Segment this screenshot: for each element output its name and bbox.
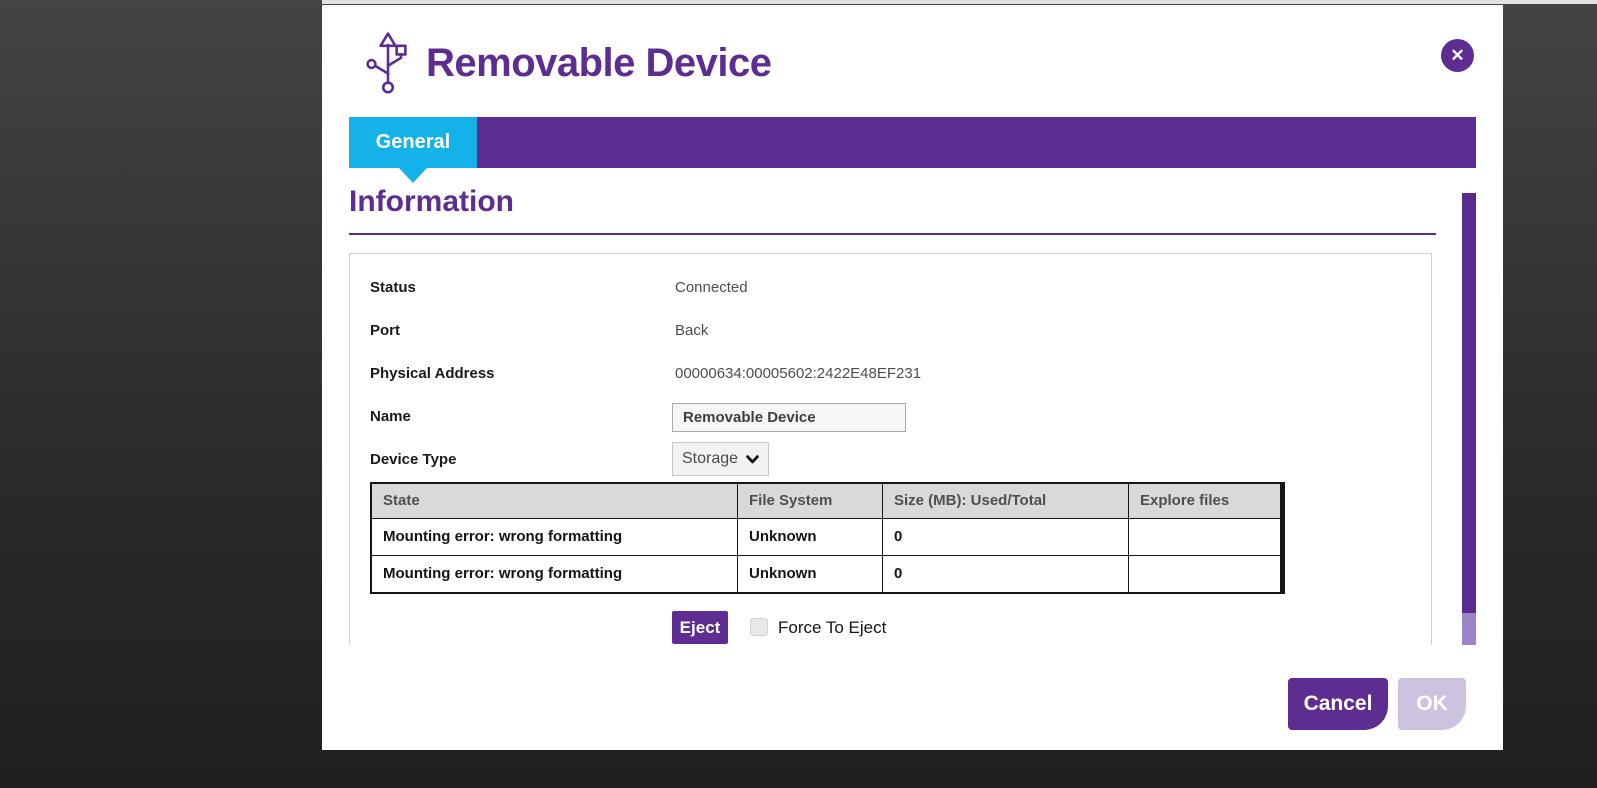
active-tab-pointer (399, 168, 427, 183)
status-label: Status (370, 279, 416, 296)
table-row-1-explore-files (1129, 519, 1280, 555)
force-to-eject-checkbox[interactable] (750, 618, 768, 636)
chevron-down-icon (746, 454, 759, 463)
device-type-label: Device Type (370, 451, 457, 468)
table-row-1-size: 0 (883, 519, 1128, 555)
port-value: Back (675, 322, 709, 339)
table-row-2-state: Mounting error: wrong formatting (372, 556, 737, 592)
column-header-state: State (372, 484, 737, 518)
device-type-value: Storage (682, 450, 739, 467)
table-row-2-explore-files (1129, 556, 1280, 592)
table-row-2-file-system: Unknown (738, 556, 882, 592)
close-icon[interactable]: ✕ (1441, 39, 1474, 72)
scrollbar-thumb[interactable] (1462, 193, 1476, 613)
eject-row: Eject Force To Eject (350, 611, 1431, 645)
name-input[interactable] (672, 403, 906, 432)
removable-device-dialog: Removable Device ✕ General Information S… (322, 5, 1503, 750)
section-heading: Information (349, 185, 514, 218)
table-row-1-state: Mounting error: wrong formatting (372, 519, 737, 555)
status-value: Connected (675, 279, 748, 296)
physical-address-row: Physical Address 00000634:00005602:2422E… (350, 362, 1431, 386)
scrollbar-track[interactable] (1462, 613, 1476, 645)
port-row: Port Back (350, 319, 1431, 343)
cancel-button[interactable]: Cancel (1288, 678, 1388, 730)
device-type-row: Device Type (350, 448, 1431, 472)
ok-button[interactable]: OK (1398, 678, 1466, 730)
section-underline (349, 233, 1436, 235)
column-header-size: Size (MB): Used/Total (883, 484, 1128, 518)
tab-general[interactable]: General (349, 117, 477, 168)
partitions-table: State File System Size (MB): Used/Total … (370, 482, 1285, 594)
status-row: Status Connected (350, 276, 1431, 300)
table-row-2-size: 0 (883, 556, 1128, 592)
table-row-1-file-system: Unknown (738, 519, 882, 555)
name-label: Name (370, 408, 411, 425)
port-label: Port (370, 322, 400, 339)
dialog-title: Removable Device (426, 41, 772, 85)
column-header-file-system: File System (738, 484, 882, 518)
tab-bar: General (349, 117, 1476, 168)
force-to-eject-label: Force To Eject (778, 618, 887, 637)
page-top-strip (322, 0, 1597, 4)
column-header-explore-files: Explore files (1129, 484, 1280, 518)
device-type-select[interactable]: Storage (672, 442, 769, 476)
information-panel: Status Connected Port Back Physical Addr… (349, 253, 1432, 645)
physical-address-value: 00000634:00005602:2422E48EF231 (675, 365, 922, 382)
eject-button[interactable]: Eject (672, 611, 728, 644)
physical-address-label: Physical Address (370, 365, 495, 382)
usb-icon (366, 32, 407, 94)
